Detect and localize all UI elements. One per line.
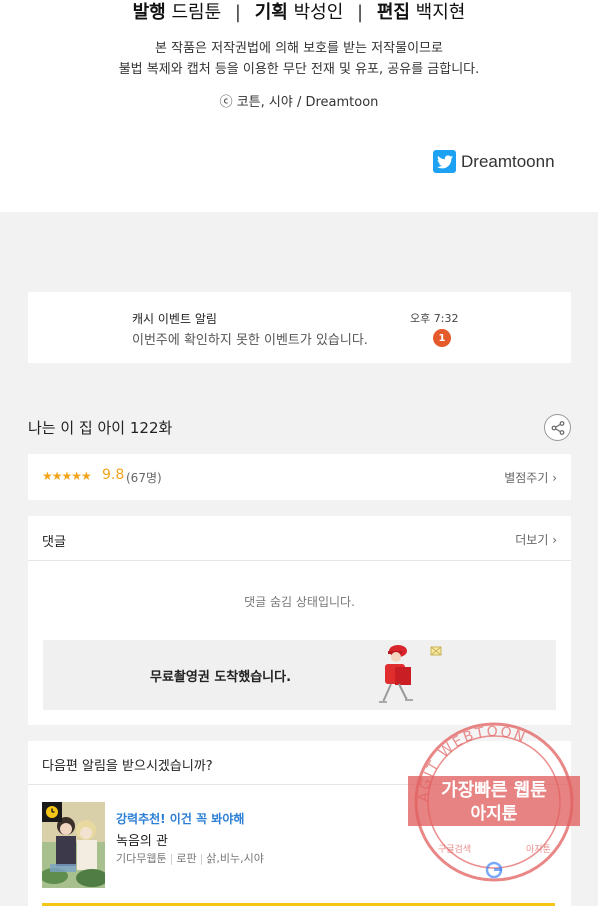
comments-section: 댓글 더보기 › 댓글 숨김 상태입니다. 무료촬영권 도착했습니다. (28, 516, 571, 725)
notification-time: 오후 7:32 (410, 312, 459, 325)
next-episode-question: 다음편 알림을 받으시겠습니까? (42, 759, 213, 774)
work-title[interactable]: 녹음의 관 (116, 830, 168, 849)
event-notification[interactable]: 캐시 이벤트 알림 이번주에 확인하지 못한 이벤트가 있습니다. 오후 7:3… (28, 292, 571, 363)
share-icon (551, 420, 564, 435)
notice-line-1: 본 작품은 저작권법에 의해 보호를 받는 저작물이므로 (155, 41, 443, 56)
notification-title: 캐시 이벤트 알림 (132, 312, 217, 326)
work-thumbnail[interactable] (42, 802, 105, 888)
copyright-line: ⓒ 코튼, 시야 / Dreamtoon (219, 95, 379, 110)
comments-title: 댓글 (42, 535, 66, 550)
notification-message: 이번주에 확인하지 못한 이벤트가 있습니다. (132, 333, 368, 348)
star-rating: ★★★★★ (42, 469, 92, 483)
notification-badge: 1 (433, 329, 451, 347)
divider: | (234, 2, 241, 23)
publish-value: 드림툰 (171, 2, 222, 23)
divider: | (357, 2, 364, 23)
rate-button[interactable]: 별점주기 › (504, 469, 557, 486)
twitter-link[interactable]: Dreamtoonn (433, 150, 555, 173)
twitter-handle: Dreamtoonn (461, 151, 555, 171)
copyright-notice: 본 작품은 저작권법에 의해 보호를 받는 저작물이므로 불법 복제와 캡처 등… (0, 38, 598, 80)
rating-score: 9.8 (102, 467, 125, 483)
edit-label: 편집 (376, 2, 410, 23)
next-episode-header: 다음편 알림을 받으시겠습니까? (28, 741, 571, 785)
tag-divider: | (169, 852, 174, 865)
banner-text: 무료촬영권 도착했습니다. (150, 670, 292, 685)
notice-line-2: 불법 복제와 캡처 등을 이용한 무단 전재 및 유포, 공유를 금합니다. (118, 62, 480, 77)
episode-title: 나는 이 집 아이 122화 (28, 419, 173, 437)
credit-line: 발행 드림툰 | 기획 박성인 | 편집 백지현 (0, 0, 598, 24)
tag-type: 로판 (176, 852, 197, 865)
work-tags: 기다무웹툰 | 로판 | 삵,비누,시야 (116, 850, 264, 866)
next-episode-alert: 다음편 알림을 받으시겠습니까? 강력추천! 이건 꼭 봐야해 녹음의 관 기다… (28, 741, 571, 906)
plan-label: 기획 (254, 2, 288, 23)
tag-genre: 기다무웹툰 (116, 852, 167, 865)
delivery-person-illustration (379, 645, 442, 703)
recommend-label: 강력추천! 이건 꼭 봐야해 (116, 812, 245, 826)
tag-authors: 삵,비누,시야 (206, 852, 264, 865)
twitter-icon (433, 150, 456, 173)
tag-divider: | (199, 852, 204, 865)
rating-bar: ★★★★★ 9.8 (67명) 별점주기 › (28, 454, 571, 500)
plan-value: 박성인 (293, 2, 344, 23)
rating-count: (67명) (126, 471, 162, 485)
publish-label: 발행 (132, 2, 166, 23)
comments-more-link[interactable]: 더보기 › (515, 531, 557, 548)
share-button[interactable] (544, 414, 571, 441)
comments-header: 댓글 더보기 › (28, 516, 571, 561)
edit-value: 백지현 (415, 2, 466, 23)
comments-hidden-status: 댓글 숨김 상태입니다. (244, 595, 355, 609)
wait-free-clock-icon (42, 802, 62, 822)
credits-section: 발행 드림툰 | 기획 박성인 | 편집 백지현 본 작품은 저작권법에 의해 … (0, 0, 598, 212)
free-coupon-banner[interactable]: 무료촬영권 도착했습니다. (43, 640, 556, 710)
